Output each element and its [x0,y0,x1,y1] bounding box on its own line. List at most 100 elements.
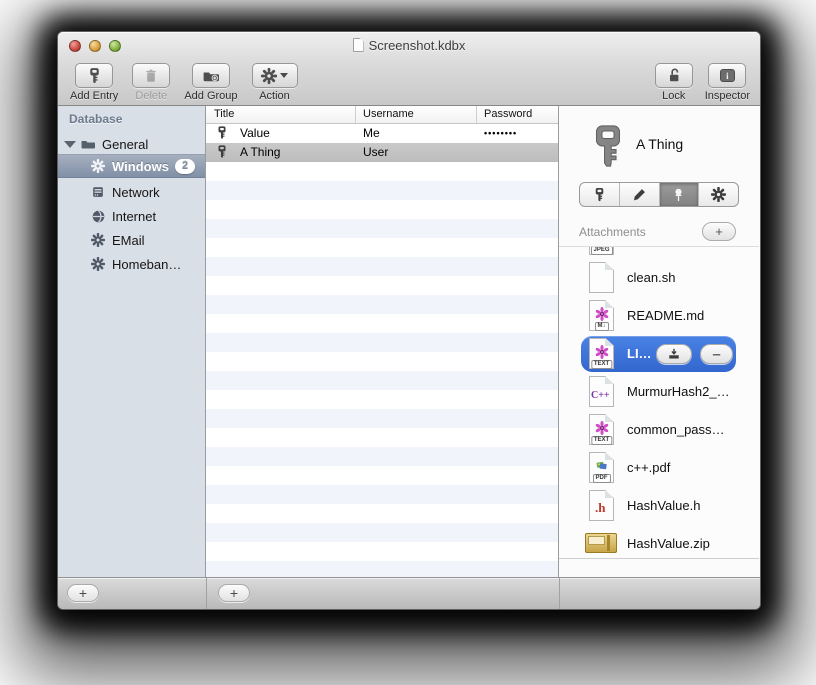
sidebar-item-general[interactable]: General [58,132,205,156]
globe-icon [90,208,106,224]
attachment-name: LI… [627,346,652,361]
sidebar-item-homebanking[interactable]: Homeban… [58,252,205,276]
cpp-file-icon: C++ [589,376,614,407]
gear-icon [711,187,727,202]
column-divider[interactable] [355,106,356,123]
trash-icon [132,63,171,88]
entry-count-badge: 2 [174,158,196,174]
disclosure-triangle-icon[interactable] [64,140,76,148]
add-group-button[interactable]: Add Group [184,63,238,102]
table-body: Value Me •••••••• A Thing User [206,124,558,579]
sidebar-item-email[interactable]: EMail [58,228,205,252]
table-row[interactable]: Value Me •••••••• [206,124,558,143]
key-icon [215,125,229,143]
lock-label: Lock [662,90,686,102]
group-sidebar: Database General Windows 2 Network Inter… [58,106,206,579]
add-entry-footer-button[interactable]: + [218,584,250,602]
footer-divider [559,578,560,609]
server-icon [90,184,106,200]
action-label: Action [259,90,290,102]
group-label: Homeban… [112,256,182,272]
attachment-row[interactable]: .h HashValue.h [559,487,759,525]
sidebar-section-header: Database [69,112,123,126]
window-chrome: Screenshot.kdbx Add Entry Delete Add Gro… [58,32,760,106]
table-row-selected[interactable]: A Thing User [206,143,558,162]
attachments-list[interactable]: JPEG 5975696_4605… clean.sh [559,246,759,559]
sidebar-item-network[interactable]: Network [58,180,205,204]
attachment-row[interactable]: PDF c++.pdf [559,449,759,487]
key-icon [595,187,604,202]
key-icon [75,63,114,88]
tab-attachments-selected[interactable] [659,183,700,206]
remove-attachment-button[interactable]: – [700,344,733,364]
entry-table: Title Username Password Value Me •••••••… [206,106,559,579]
column-header-password[interactable]: Password [484,108,532,120]
attachment-row-selected[interactable]: TEXT LI… – [559,335,759,373]
group-label: General [102,136,149,152]
attachment-name: 5975696_4605… [627,246,727,247]
column-header-title[interactable]: Title [214,108,234,120]
attachment-row[interactable]: TEXT common_pass… [559,411,759,449]
attachments-label: Attachments [579,225,646,239]
footer-divider [206,578,207,609]
attachment-row[interactable]: JPEG 5975696_4605… [559,246,759,259]
titlebar[interactable]: Screenshot.kdbx [58,32,760,60]
footer-bar: + + [58,577,760,609]
add-group-footer-button[interactable]: + [67,584,99,602]
entry-key-icon [585,112,631,185]
attachment-name: HashValue.zip [627,536,710,551]
pdf-file-icon: PDF [589,452,614,483]
folder-plus-icon [191,63,230,88]
lock-button[interactable]: Lock [654,63,693,102]
group-label: Windows [112,158,169,174]
window-title-text: Screenshot.kdbx [368,38,466,53]
inspector-entry-title: A Thing [636,136,684,152]
column-divider[interactable] [476,106,477,123]
jpeg-file-icon: JPEG [589,247,614,255]
group-label: Internet [112,208,157,224]
action-button[interactable]: Action [251,63,298,102]
inspector-panel: A Thing Attachments + JPEG clean.sh M↓ R… [559,106,760,579]
delete-label: Delete [135,90,168,102]
header-file-icon: .h [589,490,614,521]
tab-edit[interactable] [620,183,660,206]
export-attachment-button[interactable] [656,344,692,364]
attachment-name: HashValue.h [627,498,701,513]
tab-settings[interactable] [699,183,738,206]
info-icon: i [719,69,735,82]
entry-title-cell: A Thing [240,145,281,159]
pushpin-icon [675,188,683,201]
sidebar-item-internet[interactable]: Internet [58,204,205,228]
inspector-button[interactable]: i Inspector [705,63,750,102]
delete-button[interactable]: Delete [132,63,171,102]
tab-general[interactable] [580,183,620,206]
zip-file-icon [585,533,617,553]
folder-icon [80,136,96,152]
app-window: Screenshot.kdbx Add Entry Delete Add Gro… [57,31,761,610]
save-icon [669,348,679,359]
gear-icon [261,67,278,84]
document-icon [352,38,364,52]
add-entry-button[interactable]: Add Entry [70,63,118,102]
entry-title-cell: Value [240,126,270,140]
entry-username-cell: User [363,145,389,159]
attachment-row[interactable]: clean.sh [559,259,759,297]
screenshot-stage: Screenshot.kdbx Add Entry Delete Add Gro… [0,0,816,685]
gear-icon [90,158,106,174]
inspector-label: Inspector [704,90,750,102]
column-header-username[interactable]: Username [363,108,414,120]
entry-password-cell: •••••••• [484,128,518,138]
add-attachment-button[interactable]: + [702,222,736,241]
chevron-down-icon [280,73,289,78]
entry-username-cell: Me [363,126,380,140]
table-header: Title Username Password [206,106,558,124]
text-file-icon: TEXT [589,414,614,445]
attachment-row[interactable]: M↓ README.md [559,297,759,335]
attachments-header: Attachments + [559,218,760,246]
sidebar-item-windows[interactable]: Windows 2 [58,154,205,178]
toolbar: Add Entry Delete Add Group Action Lock i… [58,60,760,106]
group-label: EMail [112,232,145,248]
attachment-row[interactable]: C++ MurmurHash2_… [559,373,759,411]
unlock-icon [654,63,693,88]
attachment-row[interactable]: HashValue.zip [559,525,759,558]
